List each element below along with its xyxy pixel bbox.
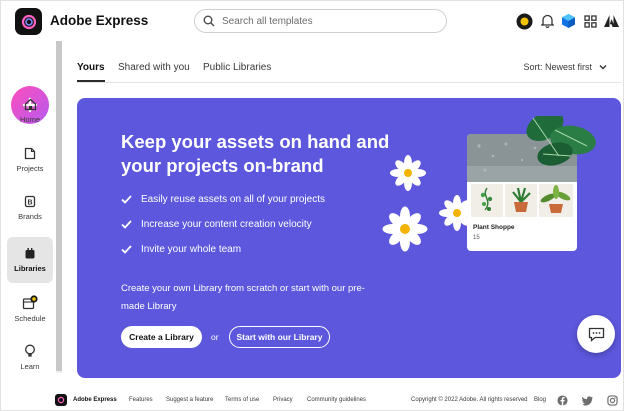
libraries-promo-banner: Keep your assets on hand and your projec… <box>77 98 621 378</box>
facebook-icon[interactable] <box>557 395 568 406</box>
banner-cta-text: Create your own Library from scratch or … <box>121 283 365 312</box>
search-input[interactable] <box>222 15 422 27</box>
footer-link-community[interactable]: Community guidelines <box>307 397 366 403</box>
nav-item-label: Learn <box>20 361 40 371</box>
nav-item-learn[interactable]: Learn <box>7 334 53 380</box>
instagram-icon[interactable] <box>607 395 618 406</box>
library-illustration: Plant Shoppe 15 <box>382 116 596 252</box>
brands-icon: B <box>24 195 36 208</box>
nav-item-schedule[interactable]: Schedule <box>7 286 53 332</box>
checkmark-icon <box>121 195 132 204</box>
checkmark-icon <box>121 245 132 254</box>
feedback-chat-button[interactable] <box>577 315 615 353</box>
feature-text: Easily reuse assets on all of your proje… <box>141 194 325 205</box>
nav-item-label: Brands <box>18 212 42 221</box>
adobe-logo-icon <box>603 15 619 27</box>
footer-link-blog[interactable]: Blog <box>534 397 546 403</box>
feature-item: Increase your content creation velocity <box>121 219 312 230</box>
footer-link-privacy[interactable]: Privacy <box>273 397 293 403</box>
create-library-button[interactable]: Create a Library <box>121 326 202 348</box>
app-window: Adobe Express Search all templates Home … <box>0 0 624 411</box>
footer-link-terms[interactable]: Terms of use <box>225 397 259 403</box>
nav-item-label: Projects <box>16 164 44 173</box>
card-count: 15 <box>473 235 480 241</box>
nav-item-brands[interactable]: B Brands <box>7 185 53 231</box>
feature-item: Invite your whole team <box>121 244 241 255</box>
footer-link-features[interactable]: Features <box>129 397 153 403</box>
left-rail: Home Projects B Brands Libraries Schedul… <box>1 41 57 381</box>
user-avatar[interactable] <box>515 12 533 30</box>
adobe-express-logo[interactable] <box>15 8 42 35</box>
footer-link-suggest[interactable]: Suggest a feature <box>166 397 213 403</box>
feature-text: Increase your content creation velocity <box>141 219 312 230</box>
nav-item-home[interactable]: Home <box>7 88 53 134</box>
card-title: Plant Shoppe <box>473 224 515 231</box>
rail-scrollbar[interactable] <box>56 41 62 373</box>
sort-dropdown[interactable]: Sort: Newest first <box>523 62 607 72</box>
svg-text:B: B <box>27 200 32 207</box>
tab-yours[interactable]: Yours <box>77 62 105 73</box>
or-separator: or <box>211 332 219 342</box>
libraries-icon <box>25 248 35 259</box>
footer-app-title: Adobe Express <box>73 397 117 403</box>
nav-item-libraries[interactable]: Libraries <box>7 237 53 283</box>
tab-shared-with-you[interactable]: Shared with you <box>118 62 190 73</box>
premium-cube-icon <box>561 14 575 28</box>
avatar-icon <box>516 13 532 29</box>
daisy-icon <box>382 155 475 252</box>
chevron-down-icon <box>599 65 607 70</box>
tab-public-libraries[interactable]: Public Libraries <box>203 62 271 73</box>
library-tabs: Yours Shared with you Public Libraries S… <box>77 53 621 83</box>
active-tab-indicator <box>77 80 105 82</box>
footer: Adobe Express Features Suggest a feature… <box>53 389 623 411</box>
app-title: Adobe Express <box>50 13 149 28</box>
start-with-our-library-button[interactable]: Start with our Library <box>229 326 330 348</box>
search-bar[interactable] <box>194 9 447 33</box>
apps-grid-icon <box>583 14 597 28</box>
adobe-logo[interactable] <box>602 12 620 30</box>
nav-item-projects[interactable]: Projects <box>7 137 53 183</box>
chat-icon <box>588 327 604 342</box>
adobe-express-logo-icon <box>21 14 36 29</box>
search-icon <box>203 15 215 27</box>
top-bar: Adobe Express <box>1 1 624 41</box>
feature-item: Easily reuse assets on all of your proje… <box>121 194 325 205</box>
bell-icon <box>540 14 554 28</box>
banner-heading: Keep your assets on hand and your projec… <box>121 131 390 176</box>
learn-icon <box>25 344 35 357</box>
projects-icon <box>24 147 36 160</box>
sort-label: Sort: Newest first <box>523 62 592 72</box>
premium-button[interactable] <box>559 12 577 30</box>
feature-text: Invite your whole team <box>141 244 242 255</box>
nav-item-label: Schedule <box>14 314 46 323</box>
notifications-button[interactable] <box>538 12 556 30</box>
checkmark-icon <box>121 220 132 229</box>
nav-item-label: Libraries <box>14 264 46 273</box>
footer-logo-icon <box>55 394 67 406</box>
schedule-icon <box>22 295 38 310</box>
footer-copyright: Copyright © 2022 Adobe. All rights reser… <box>411 397 528 403</box>
twitter-icon[interactable] <box>582 395 593 406</box>
apps-button[interactable] <box>581 12 599 30</box>
home-icon <box>24 98 36 111</box>
nav-item-label: Home <box>19 115 40 124</box>
scrollbar-thumb[interactable] <box>56 41 62 371</box>
